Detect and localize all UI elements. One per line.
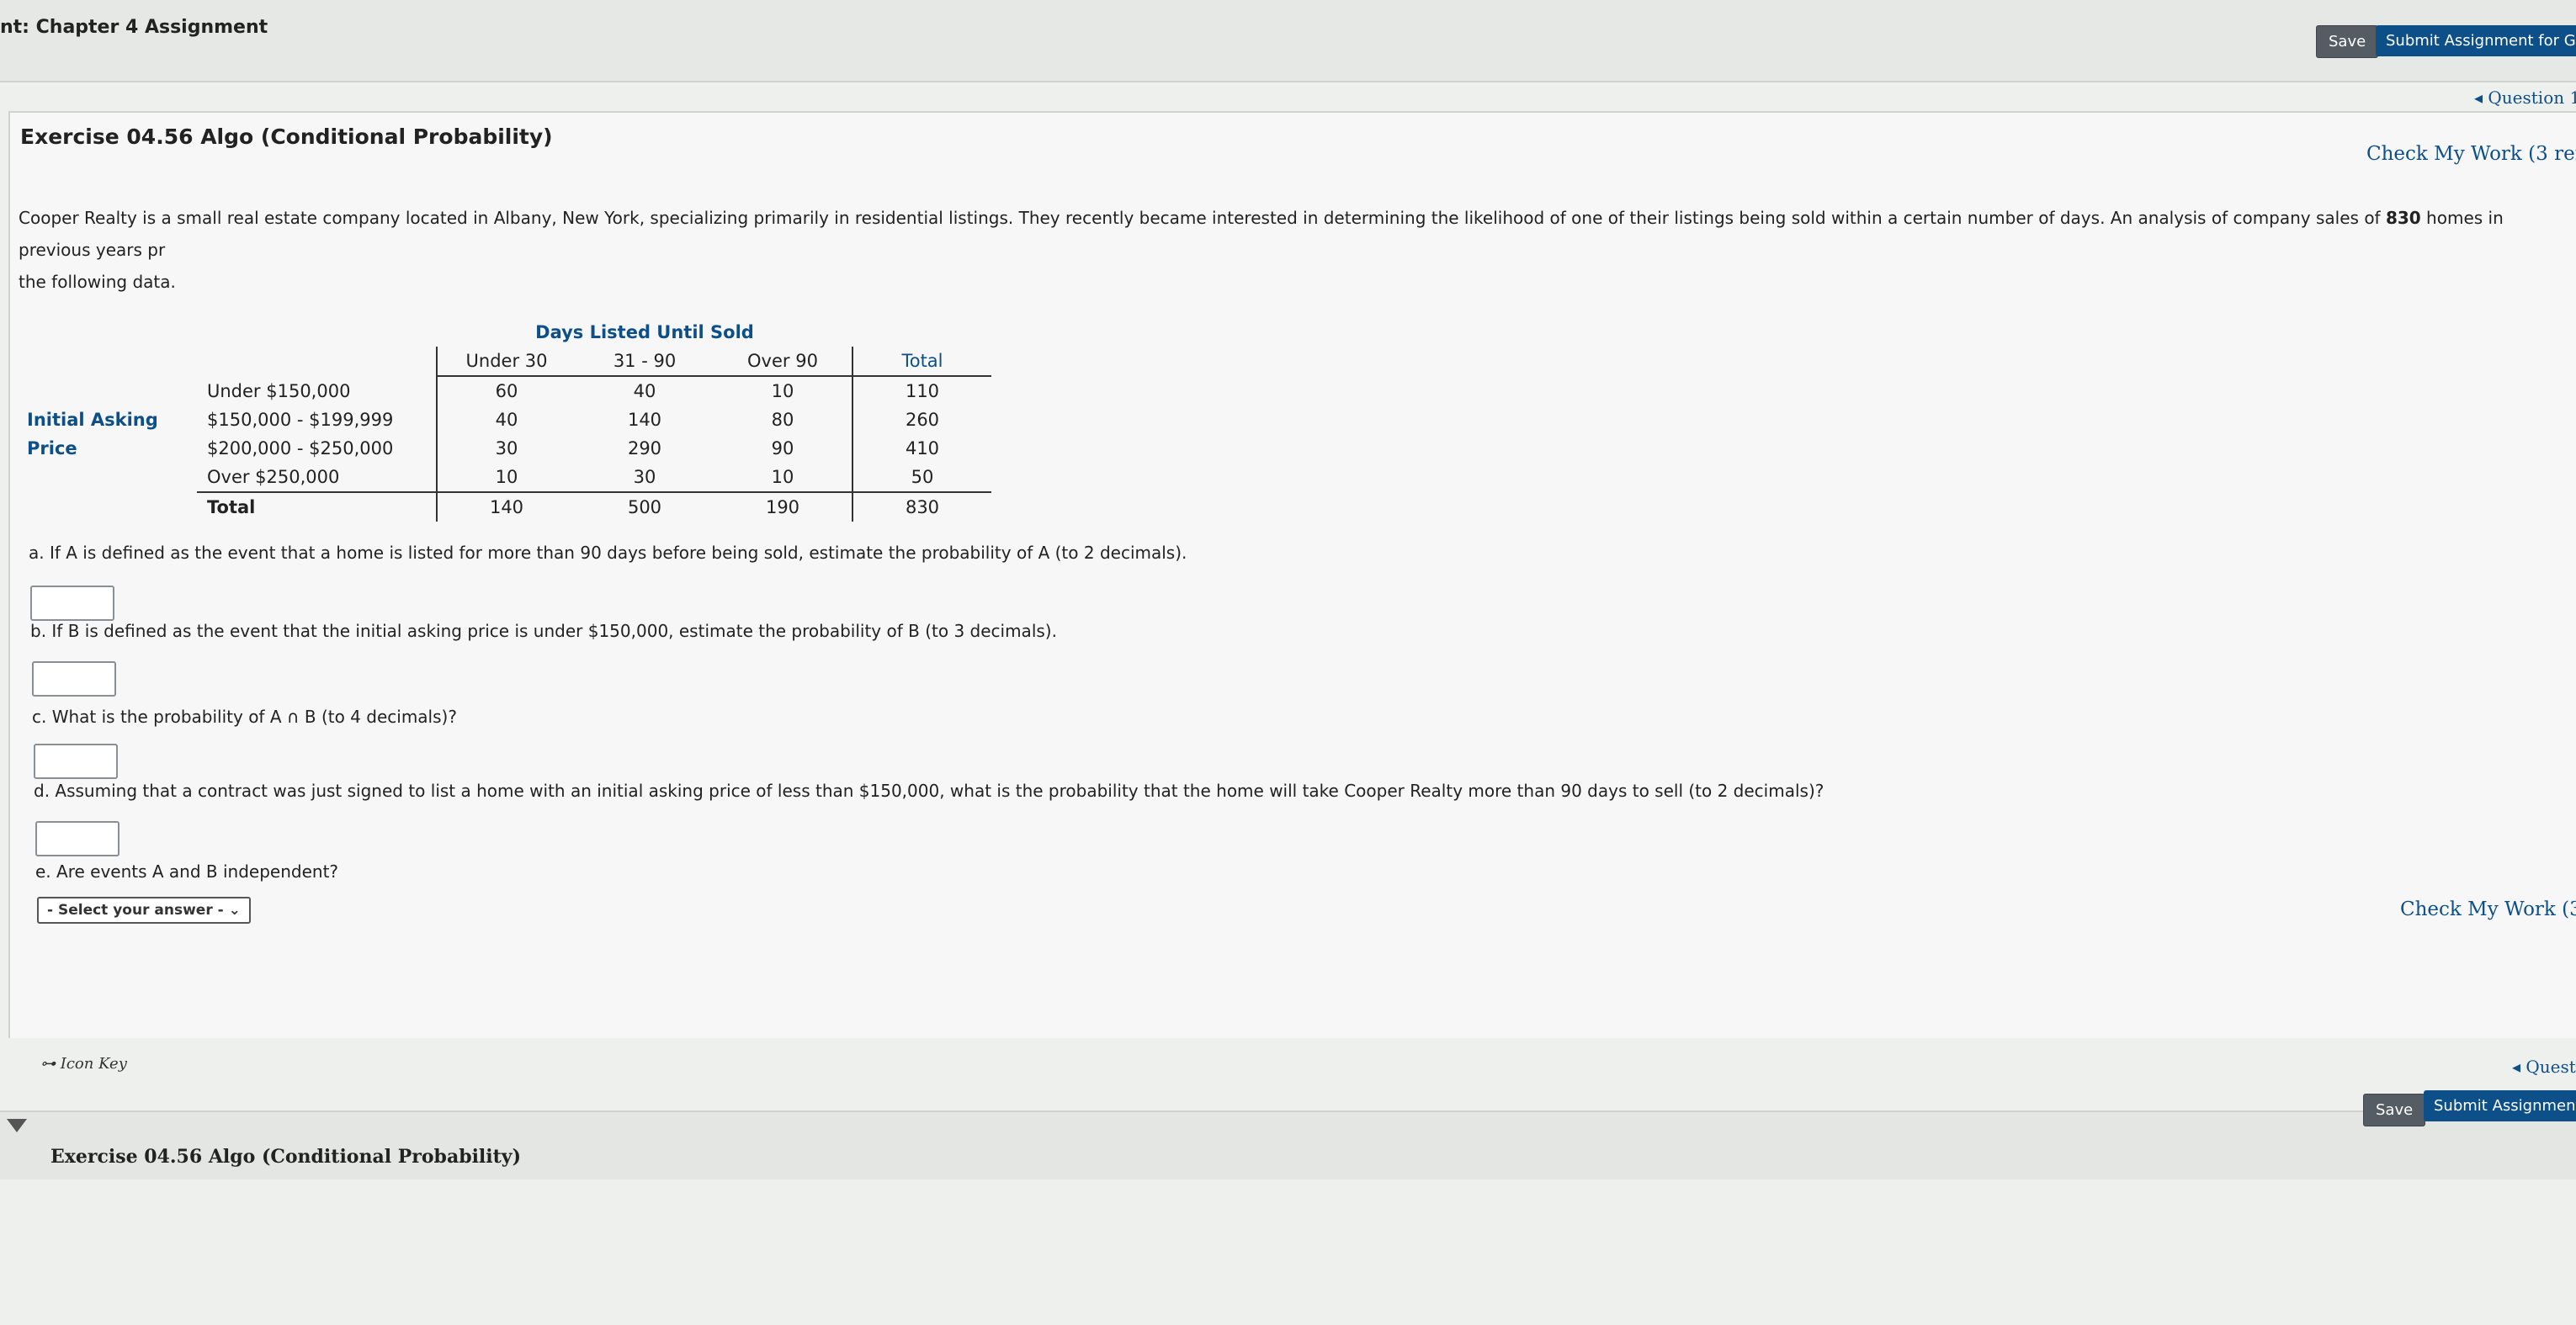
table-cell: 50: [852, 463, 991, 492]
table-cell: 830: [852, 491, 991, 522]
column-header: Over 90: [714, 347, 852, 377]
table-cell: 410: [852, 434, 991, 463]
chevron-down-icon: ⌄: [228, 902, 241, 919]
side-label-1: Initial Asking: [27, 410, 158, 430]
footer-exercise-title: Exercise 04.56 Algo (Conditional Probabi…: [50, 1146, 522, 1168]
question-c: c. What is the probability of A ∩ B (to …: [32, 707, 457, 727]
row-label: $150,000 - $199,999: [207, 410, 394, 430]
total-row: Total 140 500 190 830: [17, 491, 991, 522]
problem-intro: Cooper Realty is a small real estate com…: [19, 202, 2576, 298]
question-d: d. Assuming that a contract was just sig…: [34, 781, 1824, 801]
table-cell: 290: [627, 438, 662, 458]
row-label: Over $250,000: [207, 467, 340, 487]
footer-band: [0, 1110, 2576, 1179]
column-header: Under 30: [436, 347, 576, 377]
check-my-work-link-bottom[interactable]: Check My Work (3 rem: [2400, 898, 2576, 920]
column-header: 31 - 90: [576, 347, 714, 377]
contingency-table: Days Listed Until Sold Under 30 31 - 90 …: [17, 318, 991, 522]
table-cell: 260: [852, 405, 991, 434]
table-caption: Days Listed Until Sold: [535, 322, 754, 342]
column-header: Total: [852, 347, 991, 377]
question-a: a. If A is defined as the event that a h…: [29, 543, 1187, 563]
table-cell: 190: [714, 491, 852, 522]
table-cell: 60: [436, 376, 576, 405]
select-placeholder: - Select your answer -: [47, 902, 224, 919]
top-bar: [0, 0, 2576, 82]
row-label: $200,000 - $250,000: [207, 438, 394, 458]
intro-text-3: the following data.: [19, 272, 176, 292]
assignment-title: nt: Chapter 4 Assignment: [0, 17, 268, 38]
answer-b-input[interactable]: [32, 661, 116, 697]
table-cell: 500: [576, 491, 714, 522]
table-cell: 10: [436, 463, 576, 492]
table-row: Over $250,000 10 30 10 50: [17, 463, 991, 492]
row-label: Under $150,000: [207, 380, 351, 401]
answer-c-input[interactable]: [34, 744, 118, 779]
table-cell: 80: [771, 410, 794, 430]
submit-assignment-button[interactable]: Submit Assignment for Gra: [2376, 25, 2576, 56]
question-nav-link-bottom[interactable]: ◂ Quest: [2512, 1057, 2576, 1077]
icon-key[interactable]: ⊶ Icon Key: [40, 1055, 127, 1073]
intro-text-1: Cooper Realty is a small real estate com…: [19, 208, 2386, 228]
table-row: Price $200,000 - $250,000 30 290 90 410: [17, 434, 991, 463]
collapse-triangle-icon[interactable]: [7, 1119, 27, 1132]
exercise-title: Exercise 04.56 Algo (Conditional Probabi…: [20, 125, 553, 149]
submit-assignment-button-bottom[interactable]: Submit Assignment f: [2424, 1090, 2576, 1121]
table-cell: 30: [436, 434, 576, 463]
table-cell: 10: [771, 467, 794, 487]
table-cell: 10: [771, 381, 794, 401]
question-e: e. Are events A and B independent?: [35, 861, 339, 882]
table-row: Initial Asking $150,000 - $199,999 40 14…: [17, 405, 991, 434]
question-b: b. If B is defined as the event that the…: [30, 621, 1057, 641]
intro-count: 830: [2385, 208, 2421, 228]
answer-a-input[interactable]: [30, 586, 114, 621]
save-button[interactable]: Save: [2316, 25, 2379, 58]
key-icon: ⊶: [40, 1055, 56, 1073]
independence-select[interactable]: - Select your answer - ⌄: [37, 897, 251, 924]
table-row: Under $150,000 60 40 10 110: [17, 376, 991, 405]
table-cell: 40: [436, 405, 576, 434]
table-cell: 140: [627, 410, 662, 430]
table-cell: 30: [633, 467, 656, 487]
table-cell: 110: [852, 376, 991, 405]
check-my-work-link[interactable]: Check My Work (3 remaini: [2366, 143, 2576, 165]
save-button-bottom[interactable]: Save: [2363, 1094, 2426, 1126]
table-cell: 90: [771, 438, 794, 458]
row-label: Total: [197, 491, 437, 522]
icon-key-label: Icon Key: [60, 1055, 127, 1073]
table-cell: 40: [633, 381, 656, 401]
table-cell: 140: [436, 491, 576, 522]
question-nav-link[interactable]: ◂ Question 10: [2474, 87, 2576, 108]
answer-d-input[interactable]: [35, 821, 120, 856]
side-label-2: Price: [27, 438, 77, 458]
